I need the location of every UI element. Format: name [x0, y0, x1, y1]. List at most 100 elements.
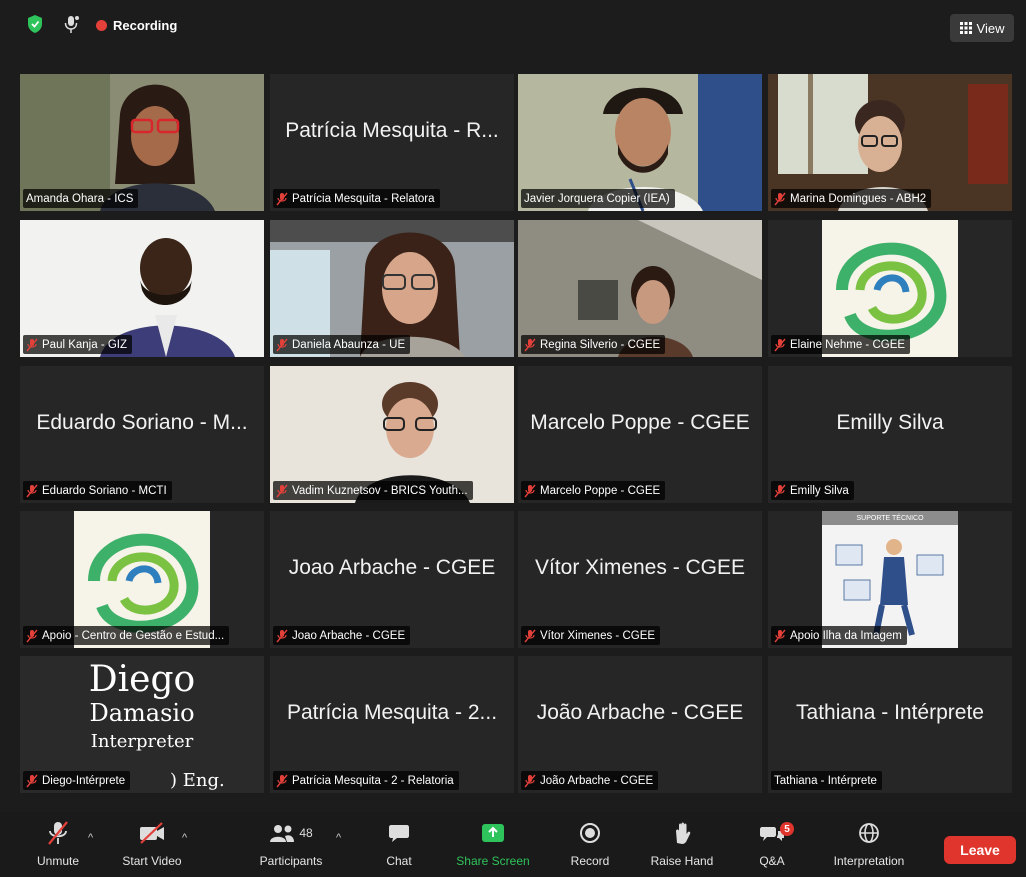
participant-name-label: Marcelo Poppe - CGEE: [521, 481, 666, 500]
card-line-3: Interpreter: [90, 731, 194, 752]
muted-mic-icon: [276, 774, 288, 787]
participant-name-label: Regina Silverio - CGEE: [521, 335, 666, 354]
participant-tile[interactable]: João Arbache - CGEE João Arbache - CGEE: [518, 656, 762, 793]
view-button[interactable]: View: [950, 14, 1014, 42]
grid-view-icon: [959, 22, 972, 34]
participants-options-chevron-icon[interactable]: ^: [336, 832, 341, 844]
muted-mic-icon: [276, 484, 288, 497]
chat-icon: [389, 825, 409, 842]
start-video-label: Start Video: [122, 854, 182, 868]
participant-name-label: Emilly Silva: [771, 481, 854, 500]
raise-hand-label: Raise Hand: [650, 854, 714, 868]
participant-name-label: Vadim Kuznetsov - BRICS Youth...: [273, 481, 473, 500]
raise-hand-icon: [676, 822, 691, 844]
participant-tile[interactable]: Paul Kanja - GIZ: [20, 220, 264, 357]
participants-count: 48: [299, 826, 313, 840]
qa-label: Q&A: [759, 854, 785, 868]
participant-name-label: Marina Domingues - ABH2: [771, 189, 932, 208]
participant-name-label: João Arbache - CGEE: [521, 771, 659, 790]
participant-display-name: Marcelo Poppe - CGEE: [530, 410, 750, 434]
support-card-title: SUPORTE TÉCNICO: [822, 511, 958, 525]
participant-tile[interactable]: Diego Damasio Interpreter ) Eng. Diego-I…: [20, 656, 264, 793]
participant-tile[interactable]: Elaine Nehme - CGEE: [768, 220, 1012, 357]
record-label: Record: [570, 854, 610, 868]
muted-microphone-icon: [48, 821, 68, 845]
share-screen-button[interactable]: Share Screen: [448, 818, 538, 874]
participant-tile[interactable]: Vítor Ximenes - CGEE Vítor Ximenes - CGE…: [518, 511, 762, 648]
leave-meeting-button[interactable]: Leave: [944, 836, 1016, 864]
participant-tile[interactable]: Joao Arbache - CGEE Joao Arbache - CGEE: [270, 511, 514, 648]
participant-name-label: Patrícia Mesquita - Relatora: [273, 189, 440, 208]
participant-name-label: Daniela Abaunza - UE: [273, 335, 411, 354]
meeting-top-bar: Recording View: [0, 0, 1026, 52]
record-dot-icon: [96, 19, 107, 31]
muted-mic-icon: [774, 338, 786, 351]
video-options-chevron-icon[interactable]: ^: [182, 832, 187, 844]
participant-tile[interactable]: Eduardo Soriano - M... Eduardo Soriano -…: [20, 366, 264, 503]
recording-indicator[interactable]: Recording: [96, 14, 177, 36]
video-off-icon: [140, 822, 164, 844]
interpretation-label: Interpretation: [833, 854, 905, 868]
microphone-icon[interactable]: [62, 14, 80, 34]
chat-button[interactable]: Chat: [372, 818, 426, 874]
recording-label: Recording: [113, 17, 178, 33]
participant-name-label: Tathiana - Intérprete: [771, 771, 882, 790]
participant-tile[interactable]: Patrícia Mesquita - R... Patrícia Mesqui…: [270, 74, 514, 211]
participant-name-label: Paul Kanja - GIZ: [23, 335, 133, 354]
muted-mic-icon: [524, 484, 536, 497]
participant-tile-active-speaker[interactable]: Javier Jorquera Copier (IEA): [518, 74, 762, 211]
interpreter-name-card: Diego Damasio Interpreter: [20, 662, 264, 751]
participant-name-label: Patrícia Mesquita - 2 - Relatoria: [273, 771, 459, 790]
participants-label: Participants: [259, 854, 323, 868]
card-line-4: ) Eng.: [170, 770, 225, 791]
participant-name-label: Apoio - Centro de Gestão e Estud...: [23, 626, 230, 645]
muted-mic-icon: [276, 192, 288, 205]
participant-display-name: Patrícia Mesquita - R...: [285, 118, 499, 142]
participants-button[interactable]: 48 Participants: [252, 818, 330, 874]
participant-name-label: Javier Jorquera Copier (IEA): [521, 189, 675, 208]
muted-mic-icon: [774, 484, 786, 497]
shield-icon[interactable]: [26, 14, 44, 34]
participant-tile[interactable]: Marina Domingues - ABH2: [768, 74, 1012, 211]
record-icon: [580, 823, 600, 843]
video-gallery-grid: Amanda Ohara - ICS Patrícia Mesquita - R…: [20, 74, 1016, 794]
participant-display-name: Tathiana - Intérprete: [796, 700, 984, 724]
participant-name-label: Diego-Intérprete: [23, 771, 131, 790]
participant-tile[interactable]: Amanda Ohara - ICS: [20, 74, 264, 211]
participant-name-label: Amanda Ohara - ICS: [23, 189, 139, 208]
participant-tile[interactable]: Vadim Kuznetsov - BRICS Youth...: [270, 366, 514, 503]
participant-name-label: Eduardo Soriano - MCTI: [23, 481, 172, 500]
participant-name-label: Vítor Ximenes - CGEE: [521, 626, 661, 645]
start-video-button[interactable]: Start Video: [112, 818, 192, 874]
raise-hand-button[interactable]: Raise Hand: [644, 818, 720, 874]
participant-tile[interactable]: Apoio - Centro de Gestão e Estud...: [20, 511, 264, 648]
share-screen-icon: [482, 824, 504, 842]
globe-icon: [859, 823, 879, 843]
muted-mic-icon: [26, 484, 38, 497]
participant-name-label: Elaine Nehme - CGEE: [771, 335, 911, 354]
muted-mic-icon: [774, 192, 786, 205]
unmute-label: Unmute: [36, 854, 80, 868]
participant-tile[interactable]: Daniela Abaunza - UE: [270, 220, 514, 357]
interpretation-button[interactable]: Interpretation: [822, 818, 916, 874]
muted-mic-icon: [276, 338, 288, 351]
participant-tile[interactable]: SUPORTE TÉCNICO Apoio Ilha da Imagem: [768, 511, 1012, 648]
participant-display-name: Patrícia Mesquita - 2...: [286, 700, 498, 724]
participant-display-name: João Arbache - CGEE: [536, 700, 744, 724]
participant-tile[interactable]: Tathiana - Intérprete Tathiana - Intérpr…: [768, 656, 1012, 793]
muted-mic-icon: [774, 629, 786, 642]
participant-display-name: Emilly Silva: [836, 410, 944, 434]
participant-tile[interactable]: Regina Silverio - CGEE: [518, 220, 762, 357]
audio-options-chevron-icon[interactable]: ^: [88, 832, 93, 844]
participant-tile[interactable]: Marcelo Poppe - CGEE Marcelo Poppe - CGE…: [518, 366, 762, 503]
unmute-button[interactable]: Unmute: [28, 818, 88, 874]
participant-tile[interactable]: Patrícia Mesquita - 2... Patrícia Mesqui…: [270, 656, 514, 793]
participant-tile[interactable]: Emilly Silva Emilly Silva: [768, 366, 1012, 503]
participant-display-name: Eduardo Soriano - M...: [36, 410, 248, 434]
participant-name-label: Joao Arbache - CGEE: [273, 626, 411, 645]
muted-mic-icon: [26, 629, 38, 642]
share-screen-label: Share Screen: [456, 854, 530, 868]
participant-display-name: Joao Arbache - CGEE: [288, 555, 496, 579]
record-button[interactable]: Record: [562, 818, 618, 874]
muted-mic-icon: [26, 338, 38, 351]
